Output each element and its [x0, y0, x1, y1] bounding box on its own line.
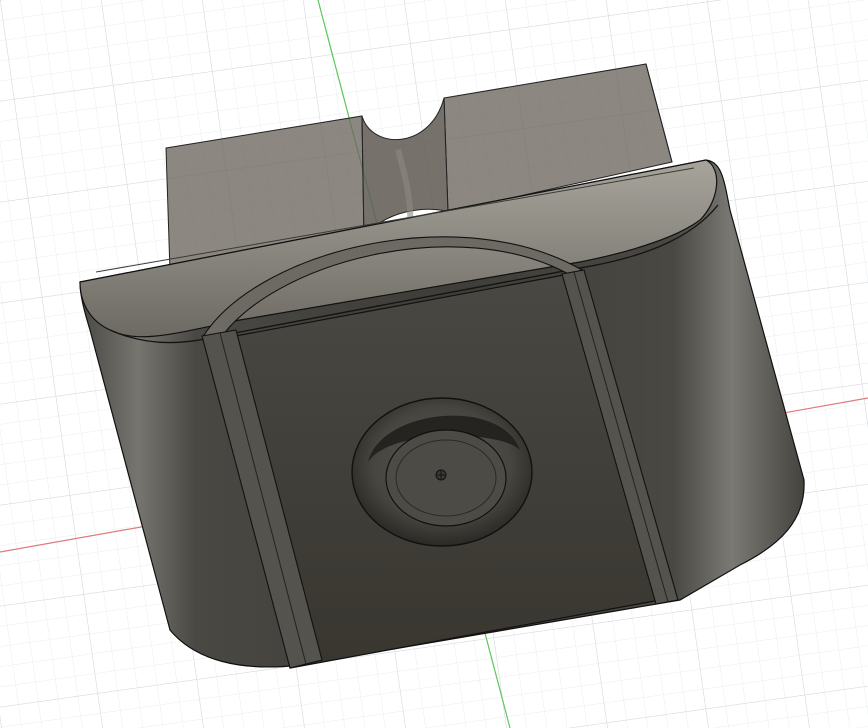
origin-point[interactable]	[435, 469, 447, 481]
viewport-canvas[interactable]	[0, 0, 868, 728]
3d-model-viewport[interactable]	[0, 0, 868, 728]
